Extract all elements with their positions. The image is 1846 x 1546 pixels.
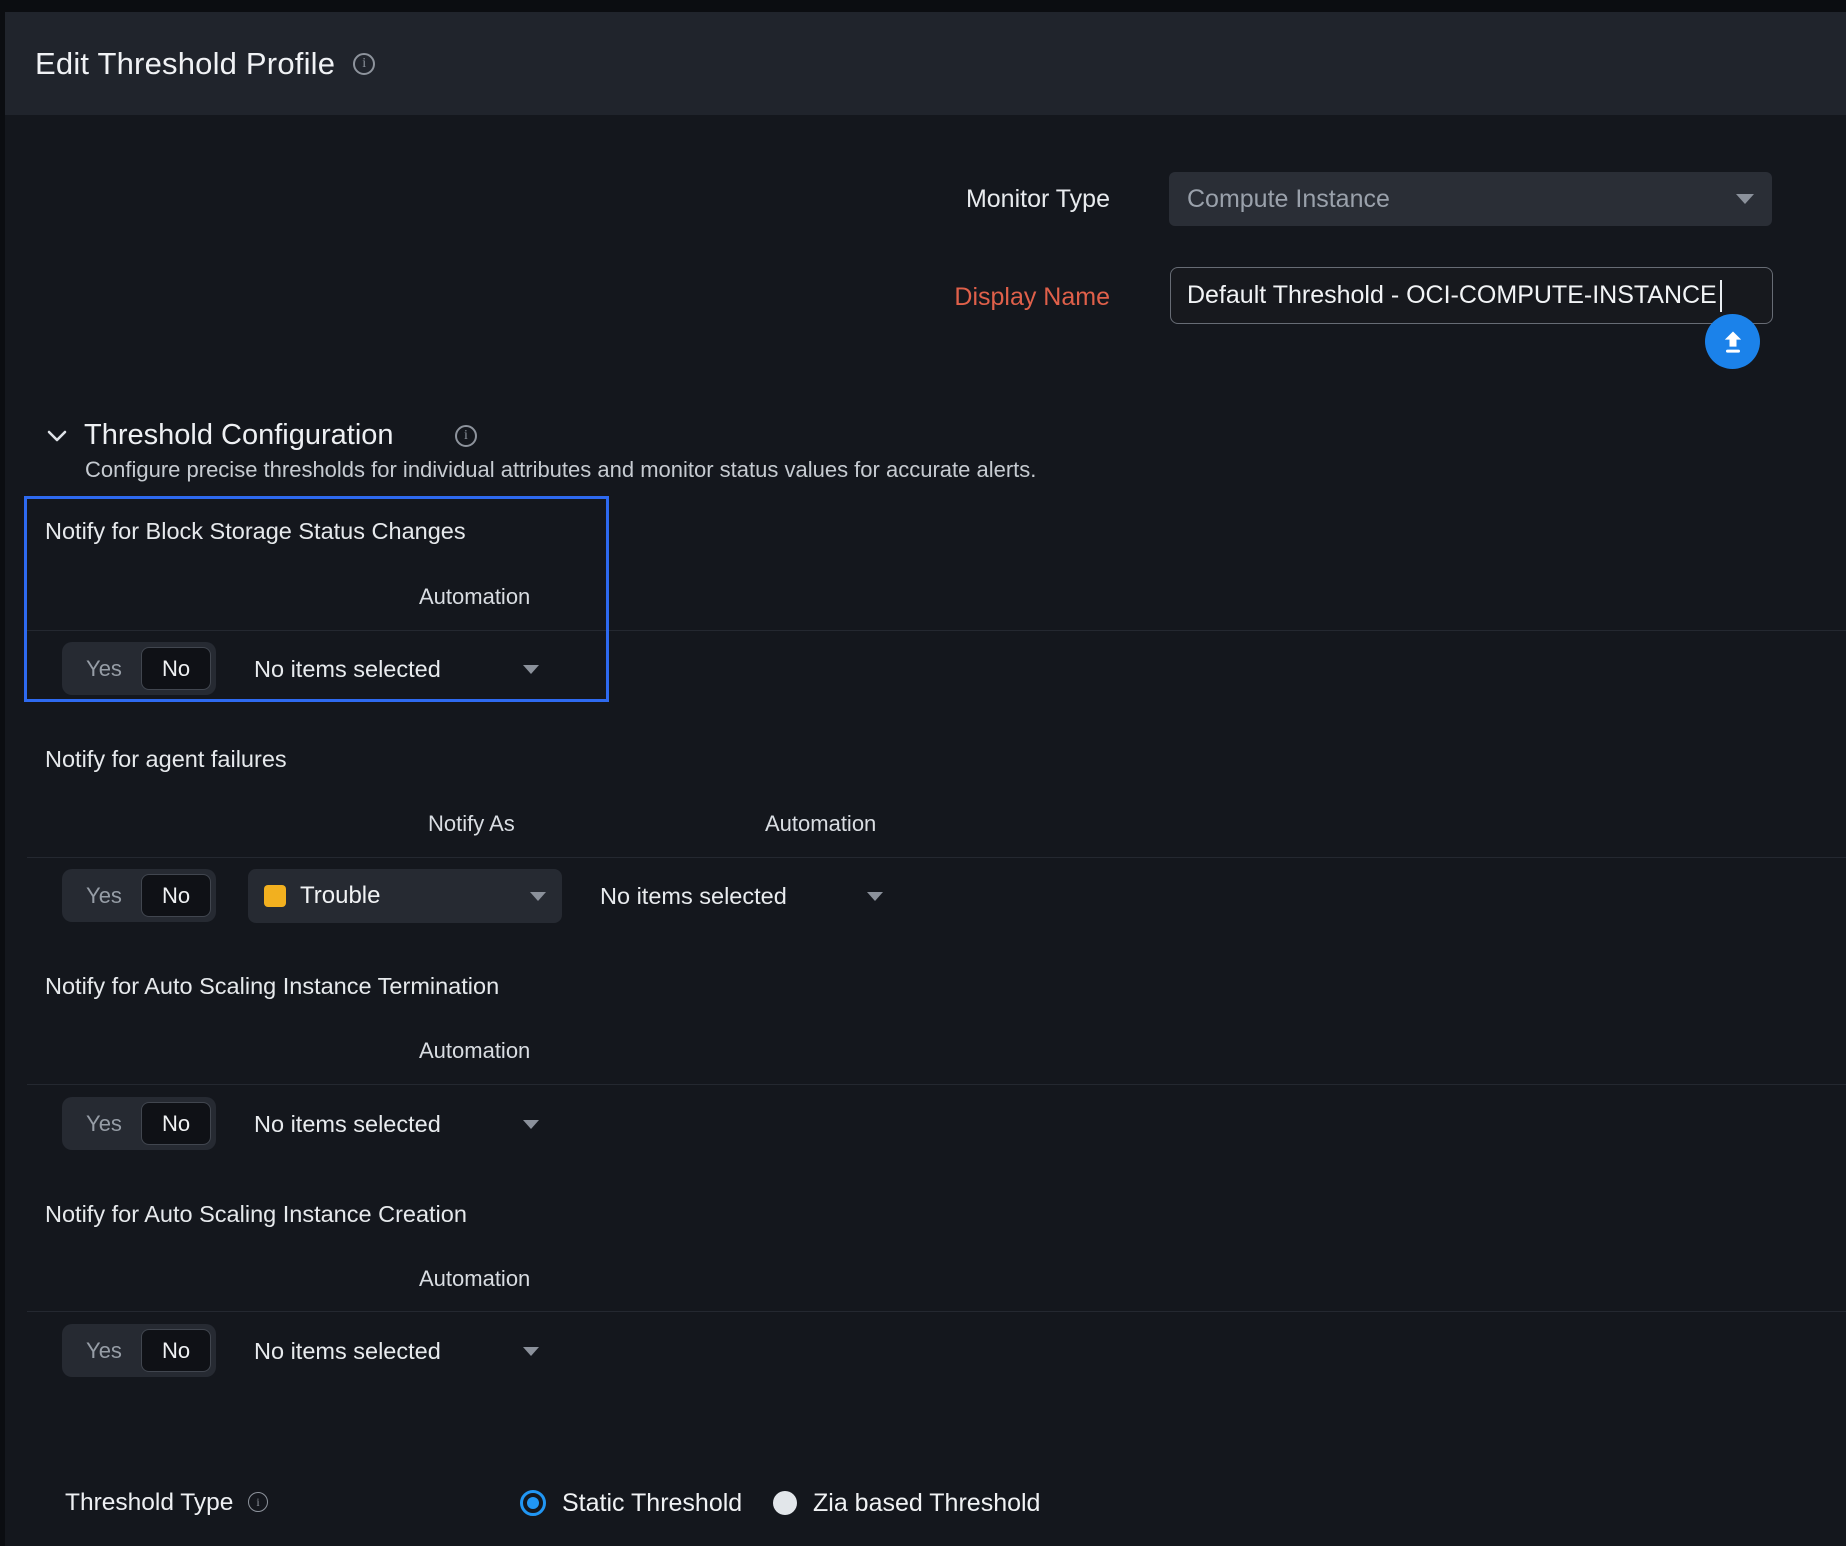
display-name-input[interactable]: Default Threshold - OCI-COMPUTE-INSTANCE bbox=[1170, 267, 1773, 324]
text-cursor bbox=[1720, 280, 1722, 312]
column-header-automation: Automation bbox=[419, 584, 530, 610]
monitor-type-label: Monitor Type bbox=[760, 184, 1110, 214]
chevron-down-icon bbox=[523, 665, 539, 674]
push-changes-button[interactable] bbox=[1705, 314, 1760, 369]
chevron-down-icon bbox=[1736, 194, 1754, 204]
column-header-automation: Automation bbox=[419, 1038, 530, 1064]
push-upload-icon bbox=[1719, 328, 1747, 356]
notify-toggle-autoscale-creation[interactable]: Yes No bbox=[62, 1324, 216, 1377]
info-icon[interactable] bbox=[248, 1492, 268, 1512]
divider bbox=[27, 1084, 1846, 1085]
chevron-down-icon bbox=[867, 892, 883, 901]
automation-select-value: No items selected bbox=[600, 883, 787, 910]
radio-label-static-threshold[interactable]: Static Threshold bbox=[562, 1488, 742, 1518]
section-title-autoscale-termination: Notify for Auto Scaling Instance Termina… bbox=[45, 972, 499, 1000]
divider bbox=[27, 1311, 1846, 1312]
toggle-yes-option[interactable]: Yes bbox=[67, 883, 141, 909]
section-title-agent-failures: Notify for agent failures bbox=[45, 745, 287, 773]
toggle-no-option[interactable]: No bbox=[141, 874, 211, 917]
radio-static-threshold[interactable] bbox=[520, 1490, 546, 1516]
notify-toggle-agent-failures[interactable]: Yes No bbox=[62, 869, 216, 922]
threshold-type-label: Threshold Type bbox=[65, 1488, 233, 1518]
info-icon[interactable] bbox=[455, 425, 477, 447]
notify-as-value: Trouble bbox=[300, 882, 516, 910]
section-title-autoscale-creation: Notify for Auto Scaling Instance Creatio… bbox=[45, 1200, 467, 1228]
notify-as-select[interactable]: Trouble bbox=[248, 869, 562, 923]
radio-label-zia-based-threshold[interactable]: Zia based Threshold bbox=[813, 1488, 1040, 1518]
collapse-chevron-icon[interactable] bbox=[44, 423, 70, 449]
divider bbox=[27, 857, 1846, 858]
display-name-label: Display Name bbox=[760, 282, 1110, 312]
toggle-no-option[interactable]: No bbox=[141, 1329, 211, 1372]
chevron-down-icon bbox=[523, 1347, 539, 1356]
trouble-color-swatch bbox=[264, 885, 286, 907]
notify-toggle-block-storage[interactable]: Yes No bbox=[62, 642, 216, 695]
toggle-yes-option[interactable]: Yes bbox=[67, 1338, 141, 1364]
automation-select-autoscale-termination[interactable]: No items selected bbox=[254, 1109, 539, 1139]
monitor-type-value: Compute Instance bbox=[1187, 185, 1736, 214]
toggle-no-option[interactable]: No bbox=[141, 1102, 211, 1145]
threshold-configuration-title: Threshold Configuration bbox=[84, 418, 394, 452]
automation-select-value: No items selected bbox=[254, 656, 441, 683]
display-name-value: Default Threshold - OCI-COMPUTE-INSTANCE bbox=[1187, 281, 1717, 310]
chevron-down-icon bbox=[530, 892, 546, 901]
automation-select-autoscale-creation[interactable]: No items selected bbox=[254, 1336, 539, 1366]
page-header: Edit Threshold Profile bbox=[5, 12, 1846, 115]
radio-zia-based-threshold[interactable] bbox=[773, 1491, 797, 1515]
chevron-down-icon bbox=[523, 1120, 539, 1129]
page-title: Edit Threshold Profile bbox=[35, 46, 335, 82]
section-title-block-storage: Notify for Block Storage Status Changes bbox=[45, 517, 466, 545]
divider bbox=[27, 630, 1846, 631]
notify-toggle-autoscale-termination[interactable]: Yes No bbox=[62, 1097, 216, 1150]
column-header-automation: Automation bbox=[765, 811, 876, 837]
automation-select-value: No items selected bbox=[254, 1338, 441, 1365]
monitor-type-select[interactable]: Compute Instance bbox=[1169, 172, 1772, 226]
toggle-yes-option[interactable]: Yes bbox=[67, 656, 141, 682]
toggle-no-option[interactable]: No bbox=[141, 647, 211, 690]
automation-select-block-storage[interactable]: No items selected bbox=[254, 654, 539, 684]
automation-select-value: No items selected bbox=[254, 1111, 441, 1138]
info-icon[interactable] bbox=[353, 53, 375, 75]
threshold-configuration-description: Configure precise thresholds for individ… bbox=[85, 458, 1036, 482]
column-header-automation: Automation bbox=[419, 1266, 530, 1292]
edit-threshold-profile-dialog: Edit Threshold Profile Monitor Type Comp… bbox=[0, 0, 1846, 1546]
column-header-notify-as: Notify As bbox=[428, 811, 515, 837]
content-panel bbox=[5, 115, 1846, 1546]
automation-select-agent-failures[interactable]: No items selected bbox=[600, 881, 883, 911]
toggle-yes-option[interactable]: Yes bbox=[67, 1111, 141, 1137]
